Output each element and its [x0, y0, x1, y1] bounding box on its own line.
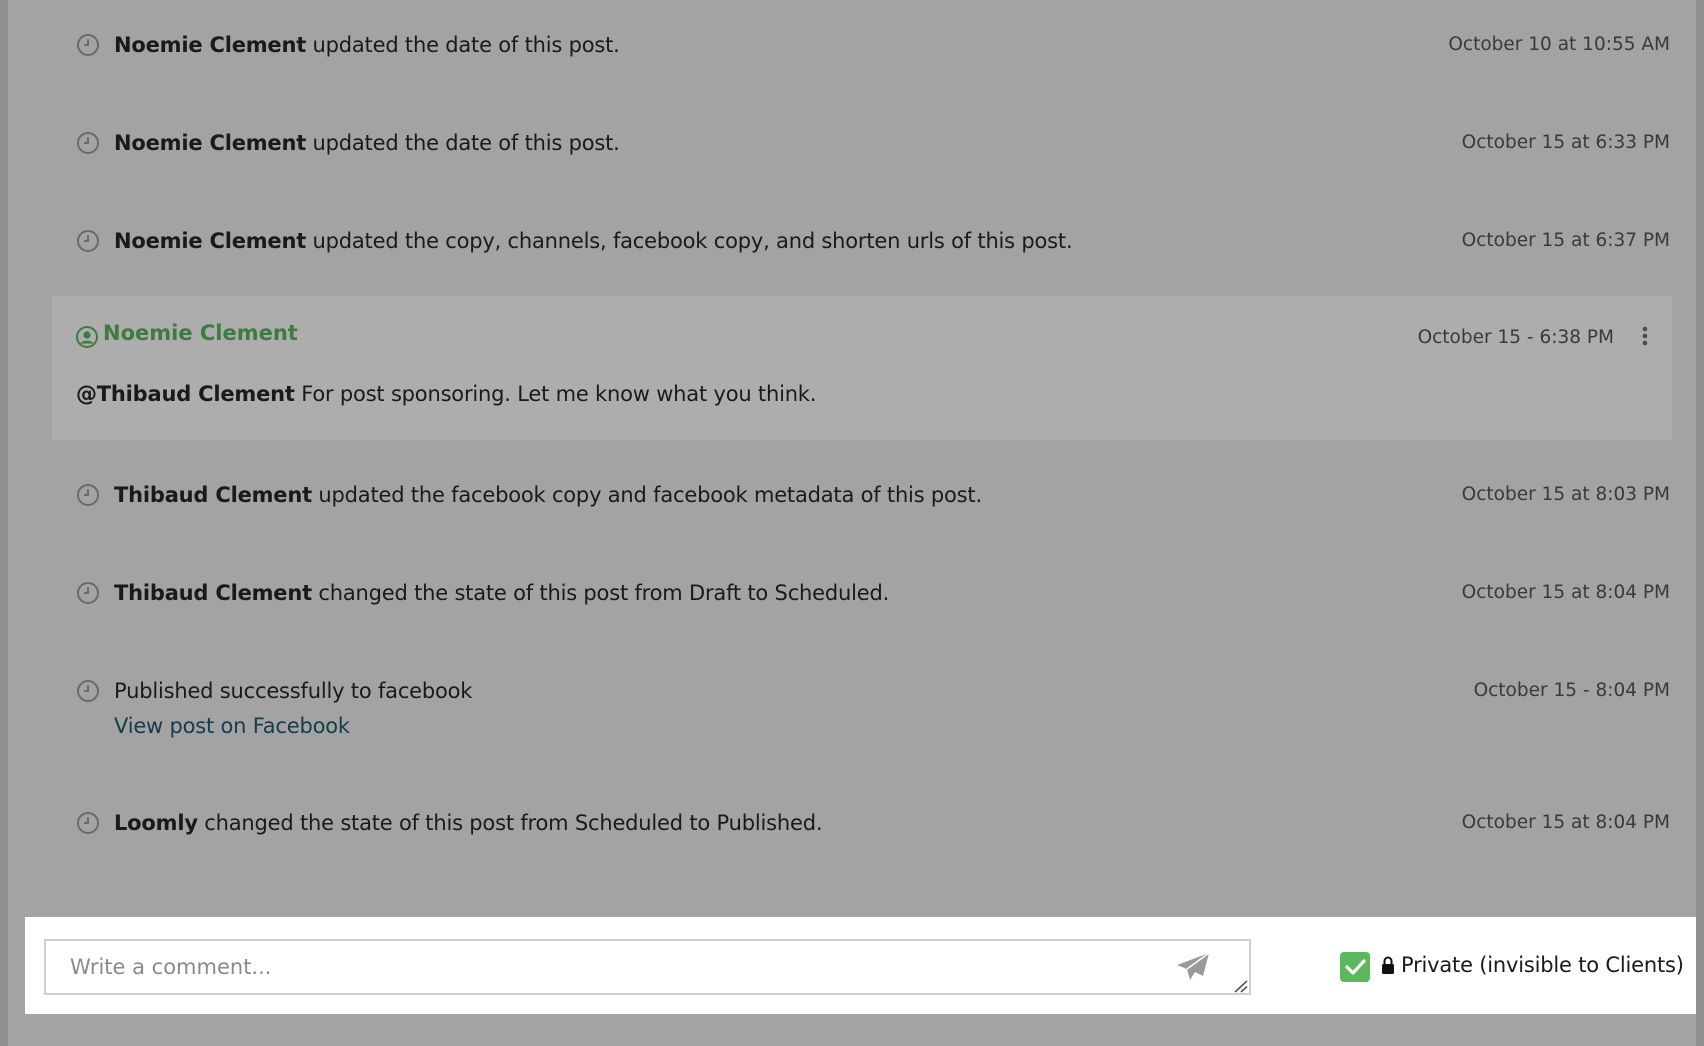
activity-action: updated the copy, channels, facebook cop…	[306, 229, 1073, 253]
activity-text: Noemie Clement updated the copy, channel…	[114, 228, 1073, 254]
clock-icon	[77, 132, 99, 154]
activity-text: Noemie Clement updated the date of this …	[114, 130, 620, 156]
activity-item-published: Published successfully to facebook View …	[68, 678, 1670, 750]
comment-composer: Private (invisible to Clients)	[25, 917, 1696, 1014]
activity-timestamp: October 15 at 8:04 PM	[1461, 582, 1670, 603]
comment-text: For post sponsoring. Let me know what yo…	[294, 382, 817, 406]
activity-item: Noemie Clement updated the date of this …	[68, 130, 1670, 170]
clock-icon	[77, 812, 99, 834]
private-label[interactable]: Private (invisible to Clients)	[1401, 953, 1684, 977]
activity-timestamp: October 15 at 6:37 PM	[1461, 230, 1670, 251]
clock-icon	[77, 680, 99, 702]
comment-body: @Thibaud Clement For post sponsoring. Le…	[76, 382, 816, 406]
activity-item: Thibaud Clement changed the state of thi…	[68, 580, 1670, 620]
lock-icon	[1382, 956, 1394, 974]
activity-timestamp: October 15 at 8:04 PM	[1461, 812, 1670, 833]
activity-text: Noemie Clement updated the date of this …	[114, 32, 620, 58]
activity-action: changed the state of this post from Sche…	[197, 811, 823, 835]
activity-actor: Noemie Clement	[114, 33, 307, 57]
comment-mention: @Thibaud Clement	[76, 382, 295, 406]
comment-card: Noemie Clement October 15 - 6:38 PM @Thi…	[52, 296, 1672, 440]
more-options-icon[interactable]	[1640, 326, 1650, 346]
activity-actor: Thibaud Clement	[114, 483, 312, 507]
activity-timestamp: October 15 at 6:33 PM	[1461, 132, 1670, 153]
activity-item: Noemie Clement updated the copy, channel…	[68, 228, 1670, 268]
activity-timestamp: October 10 at 10:55 AM	[1448, 34, 1670, 55]
comment-author[interactable]: Noemie Clement	[103, 321, 298, 345]
clock-icon	[77, 582, 99, 604]
activity-item: Thibaud Clement updated the facebook cop…	[68, 482, 1670, 522]
activity-actor: Thibaud Clement	[114, 581, 312, 605]
comment-timestamp: October 15 - 6:38 PM	[1417, 327, 1614, 348]
activity-text: Thibaud Clement changed the state of thi…	[114, 580, 889, 606]
activity-action: updated the date of this post.	[306, 131, 620, 155]
activity-actor: Noemie Clement	[114, 229, 307, 253]
activity-timestamp: October 15 at 8:03 PM	[1461, 484, 1670, 505]
activity-actor: Loomly	[114, 811, 198, 835]
resize-handle-icon[interactable]	[1233, 979, 1249, 993]
send-icon[interactable]	[1175, 951, 1211, 983]
activity-actor: Noemie Clement	[114, 131, 307, 155]
clock-icon	[77, 230, 99, 252]
activity-text: Thibaud Clement updated the facebook cop…	[114, 482, 982, 508]
checkmark-icon	[1345, 959, 1366, 975]
activity-action: updated the facebook copy and facebook m…	[311, 483, 982, 507]
activity-text: Loomly changed the state of this post fr…	[114, 810, 823, 836]
activity-item: Loomly changed the state of this post fr…	[68, 810, 1670, 850]
activity-action: updated the date of this post.	[306, 33, 620, 57]
clock-icon	[77, 484, 99, 506]
user-avatar-icon	[76, 326, 98, 348]
clock-icon	[77, 34, 99, 56]
comment-input[interactable]	[44, 939, 1251, 995]
activity-feed: Noemie Clement updated the date of this …	[8, 0, 1696, 902]
activity-item: Noemie Clement updated the date of this …	[68, 32, 1670, 72]
private-checkbox[interactable]	[1340, 952, 1370, 982]
activity-action: changed the state of this post from Draf…	[311, 581, 890, 605]
view-post-link[interactable]: View post on Facebook	[114, 714, 350, 738]
activity-timestamp: October 15 - 8:04 PM	[1473, 680, 1670, 701]
published-text: Published successfully to facebook	[114, 679, 473, 703]
